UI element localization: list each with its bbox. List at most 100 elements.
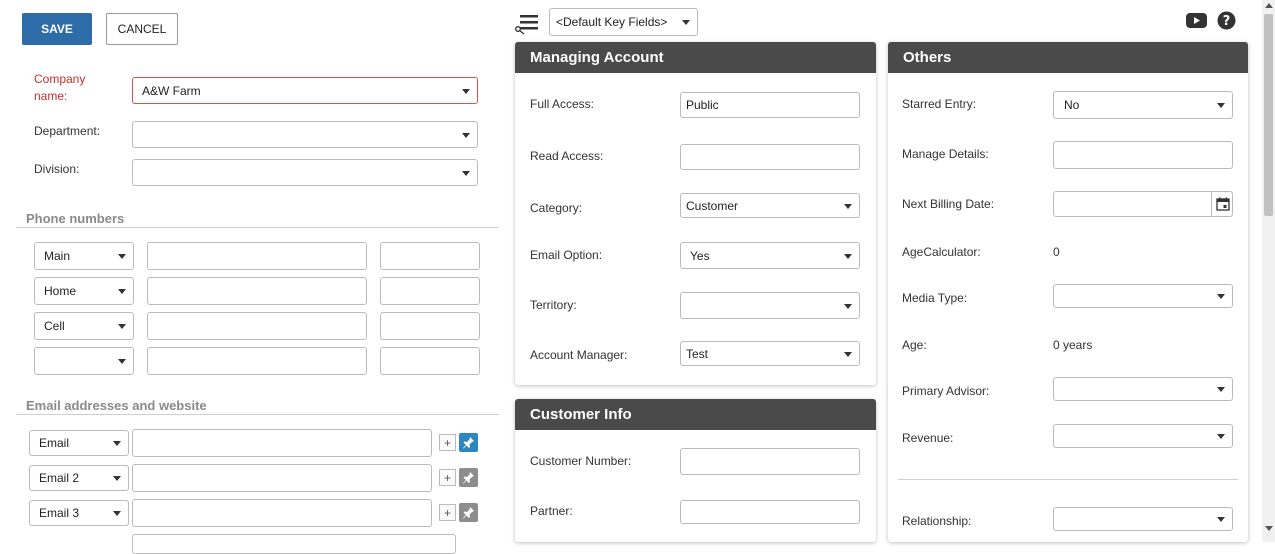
phone-number-input[interactable] (147, 242, 367, 270)
read-access-input[interactable] (680, 144, 860, 170)
chevron-down-icon (844, 303, 852, 309)
customer-number-label: Customer Number: (530, 454, 632, 468)
website-input[interactable] (132, 534, 456, 554)
hamburger-scissors-icon[interactable] (514, 13, 540, 35)
phone-type-value: Cell (44, 319, 65, 333)
others-panel: Others Starred Entry: No Manage Details:… (888, 42, 1248, 542)
revenue-label: Revenue: (902, 431, 954, 445)
managing-account-panel: Managing Account Full Access: Public Rea… (515, 42, 876, 385)
chevron-down-icon (118, 289, 126, 294)
company-name-select[interactable]: A&W Farm (132, 77, 478, 104)
chevron-down-icon (118, 359, 126, 364)
cancel-button[interactable]: CANCEL (106, 13, 178, 45)
pin-button[interactable] (459, 503, 478, 522)
customer-info-title: Customer Info (515, 399, 876, 430)
division-select[interactable] (132, 159, 478, 186)
phone-type-select[interactable] (34, 347, 134, 375)
phone-ext-input[interactable] (380, 242, 480, 270)
chevron-down-icon (462, 132, 470, 138)
divider (898, 479, 1238, 480)
email-section-title: Email addresses and website (26, 398, 207, 413)
phone-ext-input[interactable] (380, 347, 480, 375)
email-option-select[interactable]: Yes (680, 242, 860, 269)
email-type-select[interactable]: Email (29, 430, 129, 456)
phone-type-value: Main (44, 249, 71, 263)
department-select[interactable] (132, 121, 478, 148)
age-calculator-value: 0 (1053, 245, 1060, 259)
youtube-icon[interactable] (1186, 12, 1207, 29)
manage-details-input[interactable] (1053, 141, 1233, 169)
save-button[interactable]: SAVE (22, 13, 92, 45)
customer-number-input[interactable] (680, 448, 860, 475)
starred-entry-label: Starred Entry: (902, 97, 977, 111)
email-input[interactable] (132, 429, 432, 457)
relationship-select[interactable] (1053, 507, 1233, 531)
customer-info-panel: Customer Info Customer Number: Partner: (515, 399, 876, 542)
calendar-icon (1215, 197, 1230, 211)
chevron-down-icon (844, 351, 852, 357)
scroll-up-icon[interactable] (1265, 3, 1273, 8)
relationship-label: Relationship: (902, 514, 972, 528)
starred-entry-select[interactable]: No (1053, 91, 1233, 119)
chevron-down-icon (113, 476, 121, 481)
email-option-label: Email Option: (530, 248, 603, 262)
chevron-down-icon (1217, 517, 1225, 522)
phone-number-input[interactable] (147, 277, 367, 305)
add-email-button[interactable]: + (439, 469, 456, 486)
manage-details-label: Manage Details: (902, 147, 989, 161)
pin-button[interactable] (459, 468, 478, 487)
scrollbar-thumb[interactable] (1264, 14, 1273, 216)
account-manager-select[interactable]: Test (680, 341, 860, 366)
chevron-down-icon (1217, 434, 1225, 439)
email-type-select[interactable]: Email 3 (29, 500, 129, 526)
partner-label: Partner: (530, 504, 573, 518)
key-fields-value: <Default Key Fields> (556, 15, 668, 29)
pin-icon (463, 507, 474, 519)
phone-ext-input[interactable] (380, 312, 480, 340)
phone-type-value: Home (44, 284, 77, 298)
email-input[interactable] (132, 499, 432, 527)
others-title: Others (888, 42, 1248, 73)
phone-number-input[interactable] (147, 347, 367, 375)
email-type-value: Email (39, 436, 70, 450)
category-select[interactable]: Customer (680, 193, 860, 218)
starred-entry-value: No (1064, 98, 1080, 112)
partner-input[interactable] (680, 500, 860, 524)
phone-type-select[interactable]: Cell (34, 312, 134, 340)
territory-select[interactable] (680, 292, 860, 319)
full-access-input[interactable]: Public (680, 92, 860, 118)
divider (16, 227, 499, 228)
add-email-button[interactable]: + (439, 434, 456, 451)
phone-ext-input[interactable] (380, 277, 480, 305)
pin-icon (463, 437, 474, 449)
primary-advisor-select[interactable] (1053, 377, 1233, 401)
add-email-button[interactable]: + (439, 504, 456, 521)
help-icon[interactable]: ? (1217, 11, 1236, 30)
email-type-select[interactable]: Email 2 (29, 465, 129, 491)
chevron-down-icon (113, 511, 121, 516)
media-type-select[interactable] (1053, 284, 1233, 308)
email-input[interactable] (132, 464, 432, 492)
divider (16, 414, 499, 415)
chevron-down-icon (113, 441, 121, 446)
chevron-down-icon (118, 254, 126, 259)
chevron-down-icon (1217, 103, 1225, 108)
pin-button[interactable] (459, 433, 478, 452)
page-scrollbar[interactable] (1262, 0, 1275, 542)
phone-type-select[interactable]: Main (34, 242, 134, 270)
pin-icon (463, 472, 474, 484)
scroll-down-icon[interactable] (1265, 526, 1273, 531)
read-access-label: Read Access: (530, 149, 604, 163)
managing-account-title: Managing Account (515, 42, 876, 73)
key-fields-select[interactable]: <Default Key Fields> (549, 8, 698, 36)
account-manager-value: Test (686, 346, 709, 361)
email-type-value: Email 3 (39, 506, 80, 520)
next-billing-date-label: Next Billing Date: (902, 197, 995, 211)
full-access-value: Public (686, 98, 719, 112)
revenue-select[interactable] (1053, 424, 1233, 448)
next-billing-date-input[interactable] (1053, 191, 1233, 217)
phone-type-select[interactable]: Home (34, 277, 134, 305)
calendar-button[interactable] (1211, 191, 1233, 217)
phone-number-input[interactable] (147, 312, 367, 340)
chevron-down-icon (682, 20, 690, 25)
